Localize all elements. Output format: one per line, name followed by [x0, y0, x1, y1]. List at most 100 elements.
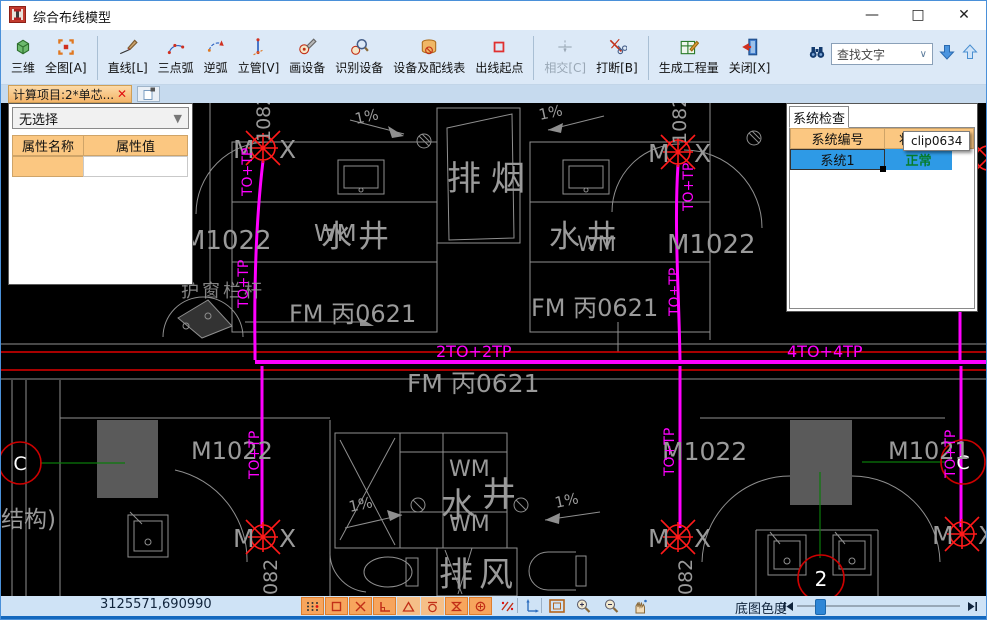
new-page-icon — [142, 87, 156, 101]
svg-text:井: 井 — [482, 475, 516, 515]
svg-text:TO+TP: TO+TP — [943, 430, 959, 479]
svg-text:TO+TP: TO+TP — [662, 428, 678, 477]
parallel-snap-toggle[interactable] — [495, 596, 519, 615]
property-value-header: 属性值 — [83, 135, 188, 156]
snap-toggle-group — [301, 597, 492, 615]
system-row-number[interactable]: 系统1 — [790, 149, 885, 170]
svg-text:水井: 水井 — [321, 219, 395, 255]
toolbar-button-break[interactable]: 打断[B] — [591, 35, 643, 76]
property-value-cell[interactable] — [83, 156, 188, 177]
svg-text:(结构): (结构) — [0, 507, 56, 533]
main-toolbar: 三维 全图[A] 直线[L] 三点弧 逆弧 立管[V] 画设备 识别设备 设备及… — [0, 30, 987, 85]
shear-wall — [790, 420, 852, 505]
selection-handle[interactable] — [880, 166, 886, 172]
svg-text:护窗栏杆: 护窗栏杆 — [181, 281, 265, 302]
chroma-slider-thumb[interactable] — [815, 599, 826, 615]
svg-text:1%: 1% — [553, 489, 580, 512]
property-panel: 无选择 ▼ 属性名称 属性值 — [8, 103, 193, 285]
property-name-header: 属性名称 — [12, 135, 84, 156]
selection-dropdown[interactable]: 无选择 ▼ — [12, 107, 189, 129]
find-text-input[interactable]: 查找文字 ∨ — [831, 43, 933, 65]
svg-text:WM: WM — [449, 512, 490, 537]
svg-text:2: 2 — [815, 567, 828, 591]
svg-text:FM 丙0621: FM 丙0621 — [531, 294, 658, 322]
toolbar-button-generate-quantity[interactable]: 生成工程量 — [654, 35, 724, 76]
toolbar-button-draw-device[interactable]: 画设备 — [284, 35, 330, 76]
titlebar: 综合布线模型 — □ ✕ — [0, 0, 987, 31]
svg-text:C: C — [13, 453, 26, 475]
toolbar-button-identify-device[interactable]: 识别设备 — [330, 35, 388, 76]
svg-text:2TO+2TP: 2TO+2TP — [436, 342, 512, 361]
find-previous-icon[interactable] — [961, 43, 979, 65]
riser-pipe-icon — [248, 35, 268, 59]
pan-hand-icon[interactable] — [628, 596, 652, 615]
toolbar-button-3d[interactable]: 三维 — [6, 35, 40, 76]
toolbar-button-outlet-start[interactable]: 出线起点 — [470, 35, 528, 76]
property-table: 属性名称 属性值 — [12, 135, 188, 177]
window-title: 综合布线模型 — [33, 7, 111, 26]
chevron-down-icon: ▼ — [174, 112, 182, 125]
arc-three-point-icon — [166, 35, 186, 59]
center-snap-toggle[interactable] — [469, 597, 492, 615]
break-scissors-icon — [607, 35, 627, 59]
property-name-cell[interactable] — [12, 156, 84, 177]
new-tab-button[interactable] — [137, 86, 160, 102]
svg-text:1082: 1082 — [253, 103, 275, 142]
svg-text:M: M — [233, 524, 255, 553]
endpoint-snap-toggle[interactable] — [325, 597, 348, 615]
zoom-in-button[interactable] — [572, 596, 596, 615]
shear-wall — [97, 420, 158, 498]
perpendicular-snap-toggle[interactable] — [373, 597, 396, 615]
app-icon — [9, 6, 26, 23]
zoom-extents-button[interactable] — [545, 596, 569, 615]
tab-label: 计算项目:2*单芯... — [13, 86, 114, 103]
svg-text:FM 丙0621: FM 丙0621 — [289, 300, 416, 328]
statusbar-separator — [541, 598, 542, 613]
base-image-chroma-label: 底图色度 — [735, 598, 787, 617]
toolbar-button-reverse-arc[interactable]: 逆弧 — [199, 35, 233, 76]
tooltip: clip0634 — [903, 131, 970, 151]
maximize-button[interactable]: □ — [895, 0, 941, 30]
svg-text:1%: 1% — [353, 105, 380, 128]
svg-text:1%: 1% — [347, 493, 374, 516]
chroma-max-button[interactable] — [966, 599, 978, 613]
chroma-min-button[interactable] — [782, 599, 794, 613]
grid-snap-toggle[interactable] — [301, 597, 324, 615]
toolbar-separator — [648, 36, 649, 80]
toolbar-button-device-wire-table[interactable]: 设备及配线表 — [388, 35, 470, 76]
exit-door-icon — [740, 35, 760, 59]
close-button[interactable]: ✕ — [941, 0, 987, 30]
find-group: 查找文字 ∨ — [808, 43, 981, 65]
intersection-snap-toggle[interactable] — [349, 597, 372, 615]
system-row-status[interactable]: 正常 — [885, 149, 952, 170]
svg-text:1%: 1% — [537, 103, 564, 124]
statusbar: 3125571,690990 底图色度 — [0, 596, 987, 616]
tab-system-check[interactable]: 系统检查 — [789, 106, 849, 128]
tangent-snap-toggle[interactable] — [421, 597, 444, 615]
minimize-button[interactable]: — — [849, 0, 895, 30]
zoom-out-button[interactable] — [600, 596, 624, 615]
svg-text:排烟: 排烟 — [447, 159, 535, 199]
svg-text:X: X — [694, 524, 711, 553]
device-table-icon — [419, 35, 439, 59]
nearest-snap-toggle[interactable] — [397, 597, 420, 615]
toolbar-button-line[interactable]: 直线[L] — [103, 35, 153, 76]
svg-text:X: X — [978, 521, 987, 550]
svg-text:WM: WM — [577, 232, 616, 256]
arc-reverse-icon — [206, 35, 226, 59]
tab-calculation-project[interactable]: 计算项目:2*单芯... ✕ — [8, 85, 132, 103]
toolbar-button-close-module[interactable]: 关闭[X] — [724, 35, 776, 76]
find-next-icon[interactable] — [938, 43, 956, 65]
toolbar-button-three-point-arc[interactable]: 三点弧 — [153, 35, 199, 76]
toolbar-button-full-view[interactable]: 全图[A] — [40, 35, 92, 76]
svg-text:1082: 1082 — [669, 103, 691, 144]
binoculars-icon[interactable] — [808, 43, 826, 65]
system-number-header: 系统编号 — [790, 128, 885, 149]
toolbar-button-riser[interactable]: 立管[V] — [233, 35, 285, 76]
tab-close-icon[interactable]: ✕ — [117, 87, 127, 101]
selection-dropdown-value: 无选择 — [19, 109, 58, 128]
pencil-line-icon — [118, 35, 138, 59]
svg-text:X: X — [279, 524, 296, 553]
draw-device-icon — [297, 35, 317, 59]
midpoint-snap-toggle[interactable] — [445, 597, 468, 615]
